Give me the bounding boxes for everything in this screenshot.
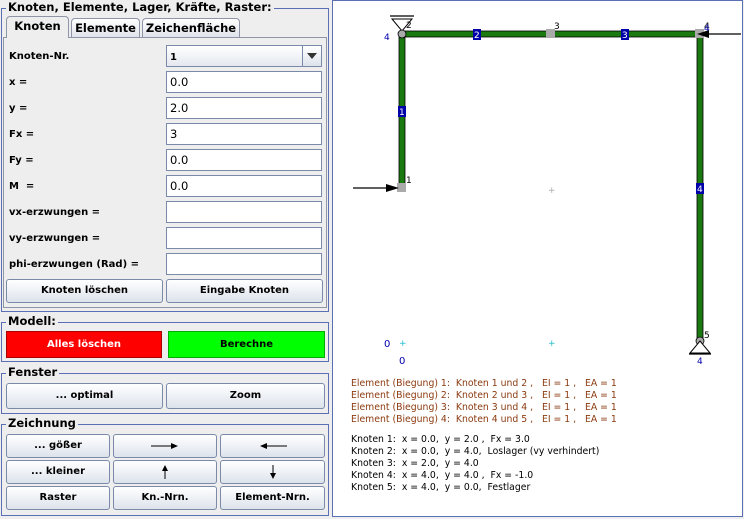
- knoten-nr-label: Knoten-Nr.: [9, 51, 70, 62]
- element-info-line: Element (Biegung) 2: Knoten 2 und 3 , EI…: [351, 390, 617, 401]
- drawing-canvas[interactable]: + + + 1 2 3 4 1 2 3 4 5 4 4 4 0 0 Elemen…: [332, 0, 743, 517]
- node-info-line: Knoten 2: x = 0.0, y = 4.0, Loslager (vy…: [351, 446, 599, 457]
- grid-mark: +: [548, 339, 556, 349]
- node-1: [397, 183, 406, 192]
- node-numbers-button[interactable]: Kn.-Nrn.: [113, 486, 217, 510]
- node-label-2: 2: [406, 21, 412, 31]
- fenster-group-title: Fenster: [6, 365, 60, 379]
- input-node-button[interactable]: Eingabe Knoten: [166, 279, 323, 303]
- compute-button[interactable]: Berechne: [168, 331, 325, 358]
- delete-node-button[interactable]: Knoten löschen: [6, 279, 163, 303]
- element-label-3: 3: [622, 31, 628, 41]
- element-info-line: Element (Biegung) 4: Knoten 4 und 5 , EI…: [351, 414, 617, 425]
- vx-field[interactable]: [166, 201, 322, 223]
- vy-field[interactable]: [166, 227, 322, 249]
- vy-label: vy-erzwungen =: [9, 233, 101, 244]
- node-info-line: Knoten 4: x = 4.0, y = 4.0 , Fx = -1.0: [351, 470, 533, 481]
- node-info-line: Knoten 3: x = 2.0, y = 4.0: [351, 458, 479, 469]
- support-label: 4: [704, 24, 710, 34]
- element-info-line: Element (Biegung) 1: Knoten 1 und 2 , EI…: [351, 378, 617, 389]
- arrow-down-icon: [269, 465, 276, 479]
- structure-drawing: + + + 1 2 3 4 1 2 3 4 5 4 4 4 0 0 Elemen…: [351, 15, 741, 493]
- support-label: 4: [384, 33, 390, 43]
- fy-label: Fy =: [9, 155, 34, 166]
- fx-field[interactable]: 3: [166, 123, 322, 145]
- fy-field[interactable]: 0.0: [166, 149, 322, 171]
- axis-label-y0: 0: [384, 339, 390, 350]
- grid-mark: +: [548, 186, 556, 196]
- arrow-left-icon: [259, 443, 287, 449]
- axis-label-x0: 0: [399, 356, 405, 367]
- delete-all-button[interactable]: Alles löschen: [6, 331, 162, 358]
- element-info-line: Element (Biegung) 3: Knoten 3 und 4 , EI…: [351, 402, 617, 413]
- y-field[interactable]: 2.0: [166, 97, 322, 119]
- element-label-4: 4: [697, 185, 703, 195]
- fx-label: Fx =: [9, 129, 35, 140]
- vx-label: vx-erzwungen =: [9, 207, 101, 218]
- element-label-2: 2: [474, 31, 480, 41]
- knoten-nr-select[interactable]: 1: [166, 45, 322, 67]
- x-field[interactable]: 0.0: [166, 71, 322, 93]
- grid-button[interactable]: Raster: [6, 486, 110, 510]
- m-field[interactable]: 0.0: [166, 175, 322, 197]
- node-2: [397, 29, 407, 39]
- move-left-button[interactable]: [220, 434, 325, 458]
- input-group-title: Knoten, Elemente, Lager, Kräfte, Raster:: [6, 0, 274, 14]
- node-label-3: 3: [554, 22, 560, 32]
- tab-elemente[interactable]: Elemente: [71, 18, 140, 37]
- knoten-nr-value: 1: [170, 52, 177, 63]
- tab-zeichenflaeche[interactable]: Zeichenfläche: [142, 18, 240, 37]
- phi-field[interactable]: [166, 253, 322, 275]
- x-label: x =: [9, 77, 28, 88]
- support-label: 4: [697, 357, 703, 367]
- smaller-button[interactable]: ... kleiner: [6, 460, 110, 484]
- chevron-down-icon[interactable]: [302, 46, 321, 66]
- bigger-button[interactable]: ... gößer: [6, 434, 110, 458]
- node-label-5: 5: [704, 331, 710, 341]
- node-info-line: Knoten 5: x = 4.0, y = 0.0, Festlager: [351, 482, 531, 493]
- y-label: y =: [9, 103, 28, 114]
- move-up-button[interactable]: [113, 460, 217, 484]
- m-label: M =: [9, 181, 35, 192]
- fixed-support-icon: [688, 340, 712, 354]
- zeichnung-group-title: Zeichnung: [6, 416, 78, 430]
- node-info-line: Knoten 1: x = 0.0, y = 2.0 , Fx = 3.0: [351, 434, 530, 445]
- element-numbers-button[interactable]: Element-Nrn.: [220, 486, 325, 510]
- move-down-button[interactable]: [220, 460, 325, 484]
- grid-mark: +: [399, 339, 407, 349]
- optimal-button[interactable]: ... optimal: [6, 383, 163, 409]
- zoom-button[interactable]: Zoom: [166, 383, 325, 409]
- element-label-1: 1: [399, 108, 405, 118]
- phi-label: phi-erzwungen (Rad) =: [9, 259, 140, 270]
- arrow-up-icon: [162, 465, 168, 479]
- arrow-right-icon: [151, 443, 178, 449]
- move-right-button[interactable]: [113, 434, 217, 458]
- modell-group-title: Modell:: [6, 314, 58, 328]
- tab-knoten[interactable]: Knoten: [6, 16, 69, 38]
- node-label-1: 1: [406, 176, 412, 186]
